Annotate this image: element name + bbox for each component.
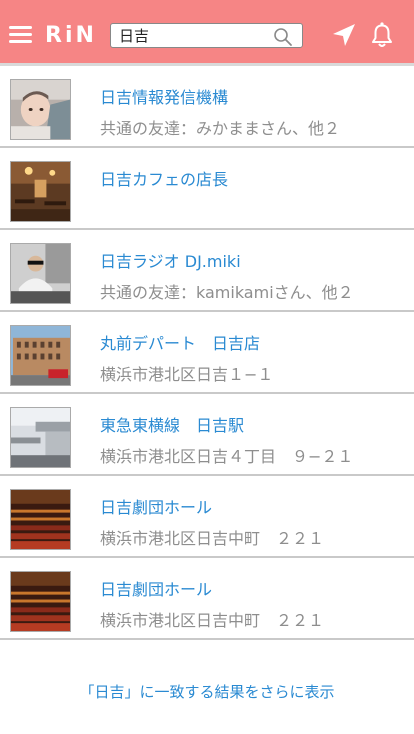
result-subtitle: 横浜市港北区日吉中町 ２２１ [100, 611, 325, 630]
result-row[interactable]: 日吉劇団ホール 横浜市港北区日吉中町 ２２１ [0, 558, 414, 640]
result-title: 日吉劇団ホール [100, 498, 213, 517]
result-row[interactable]: 日吉情報発信機構 共通の友達：みかままさん、他２ [0, 66, 414, 148]
result-subtitle: 共通の友達：みかままさん、他２ [100, 119, 341, 138]
result-subtitle: 横浜市港北区日吉中町 ２２１ [100, 529, 325, 548]
result-subtitle: 横浜市港北区日吉４丁目 ９−２１ [100, 447, 354, 466]
app-logo: RiN [45, 23, 97, 48]
result-title: 日吉ラジオ DJ.miki [100, 252, 241, 271]
result-title: 日吉劇団ホール [100, 580, 213, 599]
search-results-list: 日吉情報発信機構 共通の友達：みかままさん、他２ 日吉カフェの店長 日吉ラジオ … [0, 66, 414, 640]
theater-hall-thumbnail [10, 571, 71, 632]
result-subtitle: 共通の友達：kamikamiさん、他２ [100, 283, 354, 302]
result-row[interactable]: 東急東横線 日吉駅 横浜市港北区日吉４丁目 ９−２１ [0, 394, 414, 476]
bell-icon[interactable] [371, 21, 393, 49]
result-title: 東急東横線 日吉駅 [100, 416, 245, 435]
cafe-interior-thumbnail [10, 161, 71, 222]
train-station-thumbnail [10, 407, 71, 468]
result-title: 日吉情報発信機構 [100, 88, 229, 107]
show-more-results-link[interactable]: 「日吉」に一致する結果をさらに表示 [0, 650, 414, 730]
app-header: RiN [0, 0, 414, 66]
result-row[interactable]: 日吉ラジオ DJ.miki 共通の友達：kamikamiさん、他２ [0, 230, 414, 312]
hamburger-menu-icon[interactable] [9, 24, 33, 44]
result-row[interactable]: 日吉劇団ホール 横浜市港北区日吉中町 ２２１ [0, 476, 414, 558]
result-title: 丸前デパート 日吉店 [100, 334, 261, 353]
department-store-thumbnail [10, 325, 71, 386]
theater-hall-thumbnail [10, 489, 71, 550]
result-subtitle: 横浜市港北区日吉１−１ [100, 365, 274, 384]
result-row[interactable]: 日吉カフェの店長 [0, 148, 414, 230]
dj-photo-thumbnail [10, 243, 71, 304]
search-input[interactable] [119, 25, 269, 46]
search-icon[interactable] [273, 27, 293, 47]
location-arrow-icon[interactable] [331, 22, 357, 48]
search-box[interactable] [110, 23, 303, 48]
result-row[interactable]: 丸前デパート 日吉店 横浜市港北区日吉１−１ [0, 312, 414, 394]
result-title: 日吉カフェの店長 [100, 170, 229, 189]
baby-photo-thumbnail [10, 79, 71, 140]
